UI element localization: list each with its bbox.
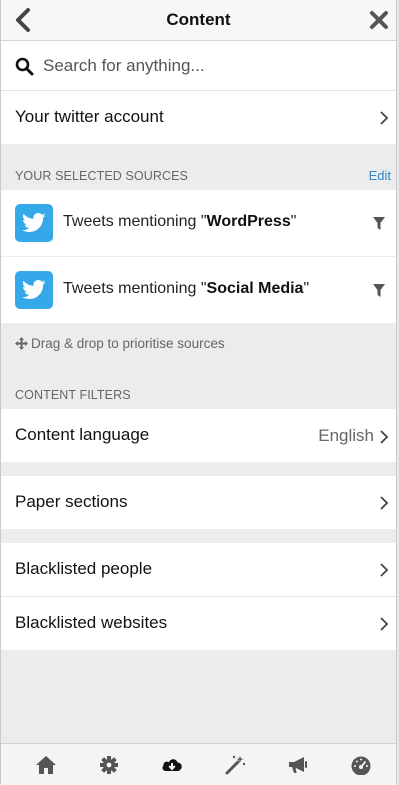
twitter-account-label: Your twitter account [15,107,164,126]
twitter-icon [15,204,53,242]
back-chevron-icon[interactable] [11,7,35,33]
chevron-right-icon [380,430,389,444]
twitter-account-row[interactable]: Your twitter account [1,91,396,144]
megaphone-icon[interactable] [287,755,309,775]
drag-drop-hint-text: Drag & drop to prioritise sources [31,336,225,351]
search-input[interactable] [43,51,373,81]
blacklisted-websites-row[interactable]: Blacklisted websites [1,597,396,650]
drag-drop-hint: Drag & drop to prioritise sources [15,336,225,351]
source-item[interactable]: Tweets mentioning "Social Media" [1,257,396,323]
search-icon [15,57,34,76]
gear-icon[interactable] [98,755,120,775]
source-text: Tweets mentioning "WordPress" [63,213,296,231]
dashboard-icon[interactable] [350,755,372,775]
chevron-right-icon [380,563,389,577]
cloud-download-icon[interactable] [161,755,183,775]
blacklisted-websites-label: Blacklisted websites [15,613,168,632]
source-prefix: Tweets mentioning " [63,280,207,297]
content-filters-heading: CONTENT FILTERS [15,388,131,402]
paper-sections-row[interactable]: Paper sections [1,476,396,529]
bottom-tab-bar [1,743,396,785]
move-arrows-icon [15,337,28,350]
content-language-label: Content language [15,425,150,444]
paper-sections-label: Paper sections [15,492,128,511]
blacklisted-people-row[interactable]: Blacklisted people [1,543,396,597]
header-bar: Content [1,0,396,41]
search-bar [1,41,396,91]
content-language-value: English [318,426,374,445]
app-frame: Content Your twitter account YOUR SELECT… [0,0,397,785]
content-language-row[interactable]: Content language English [1,409,396,462]
blacklisted-people-label: Blacklisted people [15,559,153,578]
chevron-right-icon [380,111,389,125]
selected-sources-heading: YOUR SELECTED SOURCES [15,169,188,183]
chevron-right-icon [380,496,389,510]
filter-icon[interactable] [373,284,385,298]
source-text: Tweets mentioning "Social Media" [63,280,309,298]
magic-wand-icon[interactable] [224,755,246,775]
chevron-right-icon [380,617,389,631]
source-keyword: Social Media [206,280,304,297]
edit-sources-link[interactable]: Edit [369,168,391,183]
twitter-icon [15,271,53,309]
source-item[interactable]: Tweets mentioning "WordPress" [1,190,396,256]
close-icon[interactable] [369,10,389,30]
home-icon[interactable] [35,755,57,775]
source-suffix: " [303,280,310,297]
source-suffix: " [290,213,297,230]
source-prefix: Tweets mentioning " [63,213,207,230]
filter-icon[interactable] [373,217,385,231]
page-title: Content [166,10,231,29]
source-keyword: WordPress [206,213,291,230]
